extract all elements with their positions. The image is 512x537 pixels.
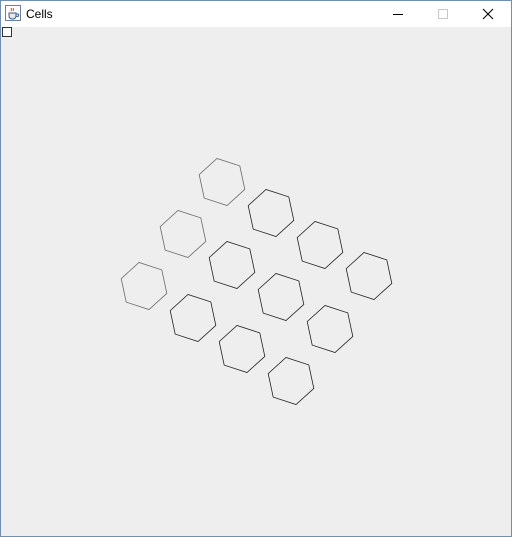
hexagon-cell[interactable] (296, 221, 344, 269)
hexagon-cell[interactable] (169, 294, 217, 342)
hexagon-cell[interactable] (120, 262, 168, 310)
hexagon-cell[interactable] (218, 325, 266, 373)
hexagon-cell[interactable] (345, 252, 393, 300)
title-bar[interactable]: Cells (1, 1, 511, 27)
window-title: Cells (26, 7, 53, 21)
hexagon-cell[interactable] (159, 210, 207, 258)
minimize-icon (393, 14, 403, 15)
checkbox[interactable] (2, 27, 12, 37)
close-button[interactable] (465, 1, 510, 27)
java-cup-icon[interactable] (5, 5, 21, 21)
maximize-button[interactable] (420, 1, 465, 27)
maximize-icon (438, 9, 448, 19)
client-area (1, 27, 511, 536)
hexagon-cell[interactable] (247, 189, 295, 237)
close-icon (482, 8, 494, 20)
hexagon-cell[interactable] (257, 273, 305, 321)
hexagon-cell[interactable] (198, 158, 246, 206)
app-window: Cells (0, 0, 512, 537)
hexagon-cell[interactable] (306, 305, 354, 353)
cells-group (120, 158, 393, 405)
hexagon-cell[interactable] (267, 357, 315, 405)
cells-canvas[interactable] (1, 27, 511, 536)
hexagon-cell[interactable] (208, 241, 256, 289)
minimize-button[interactable] (375, 1, 420, 27)
